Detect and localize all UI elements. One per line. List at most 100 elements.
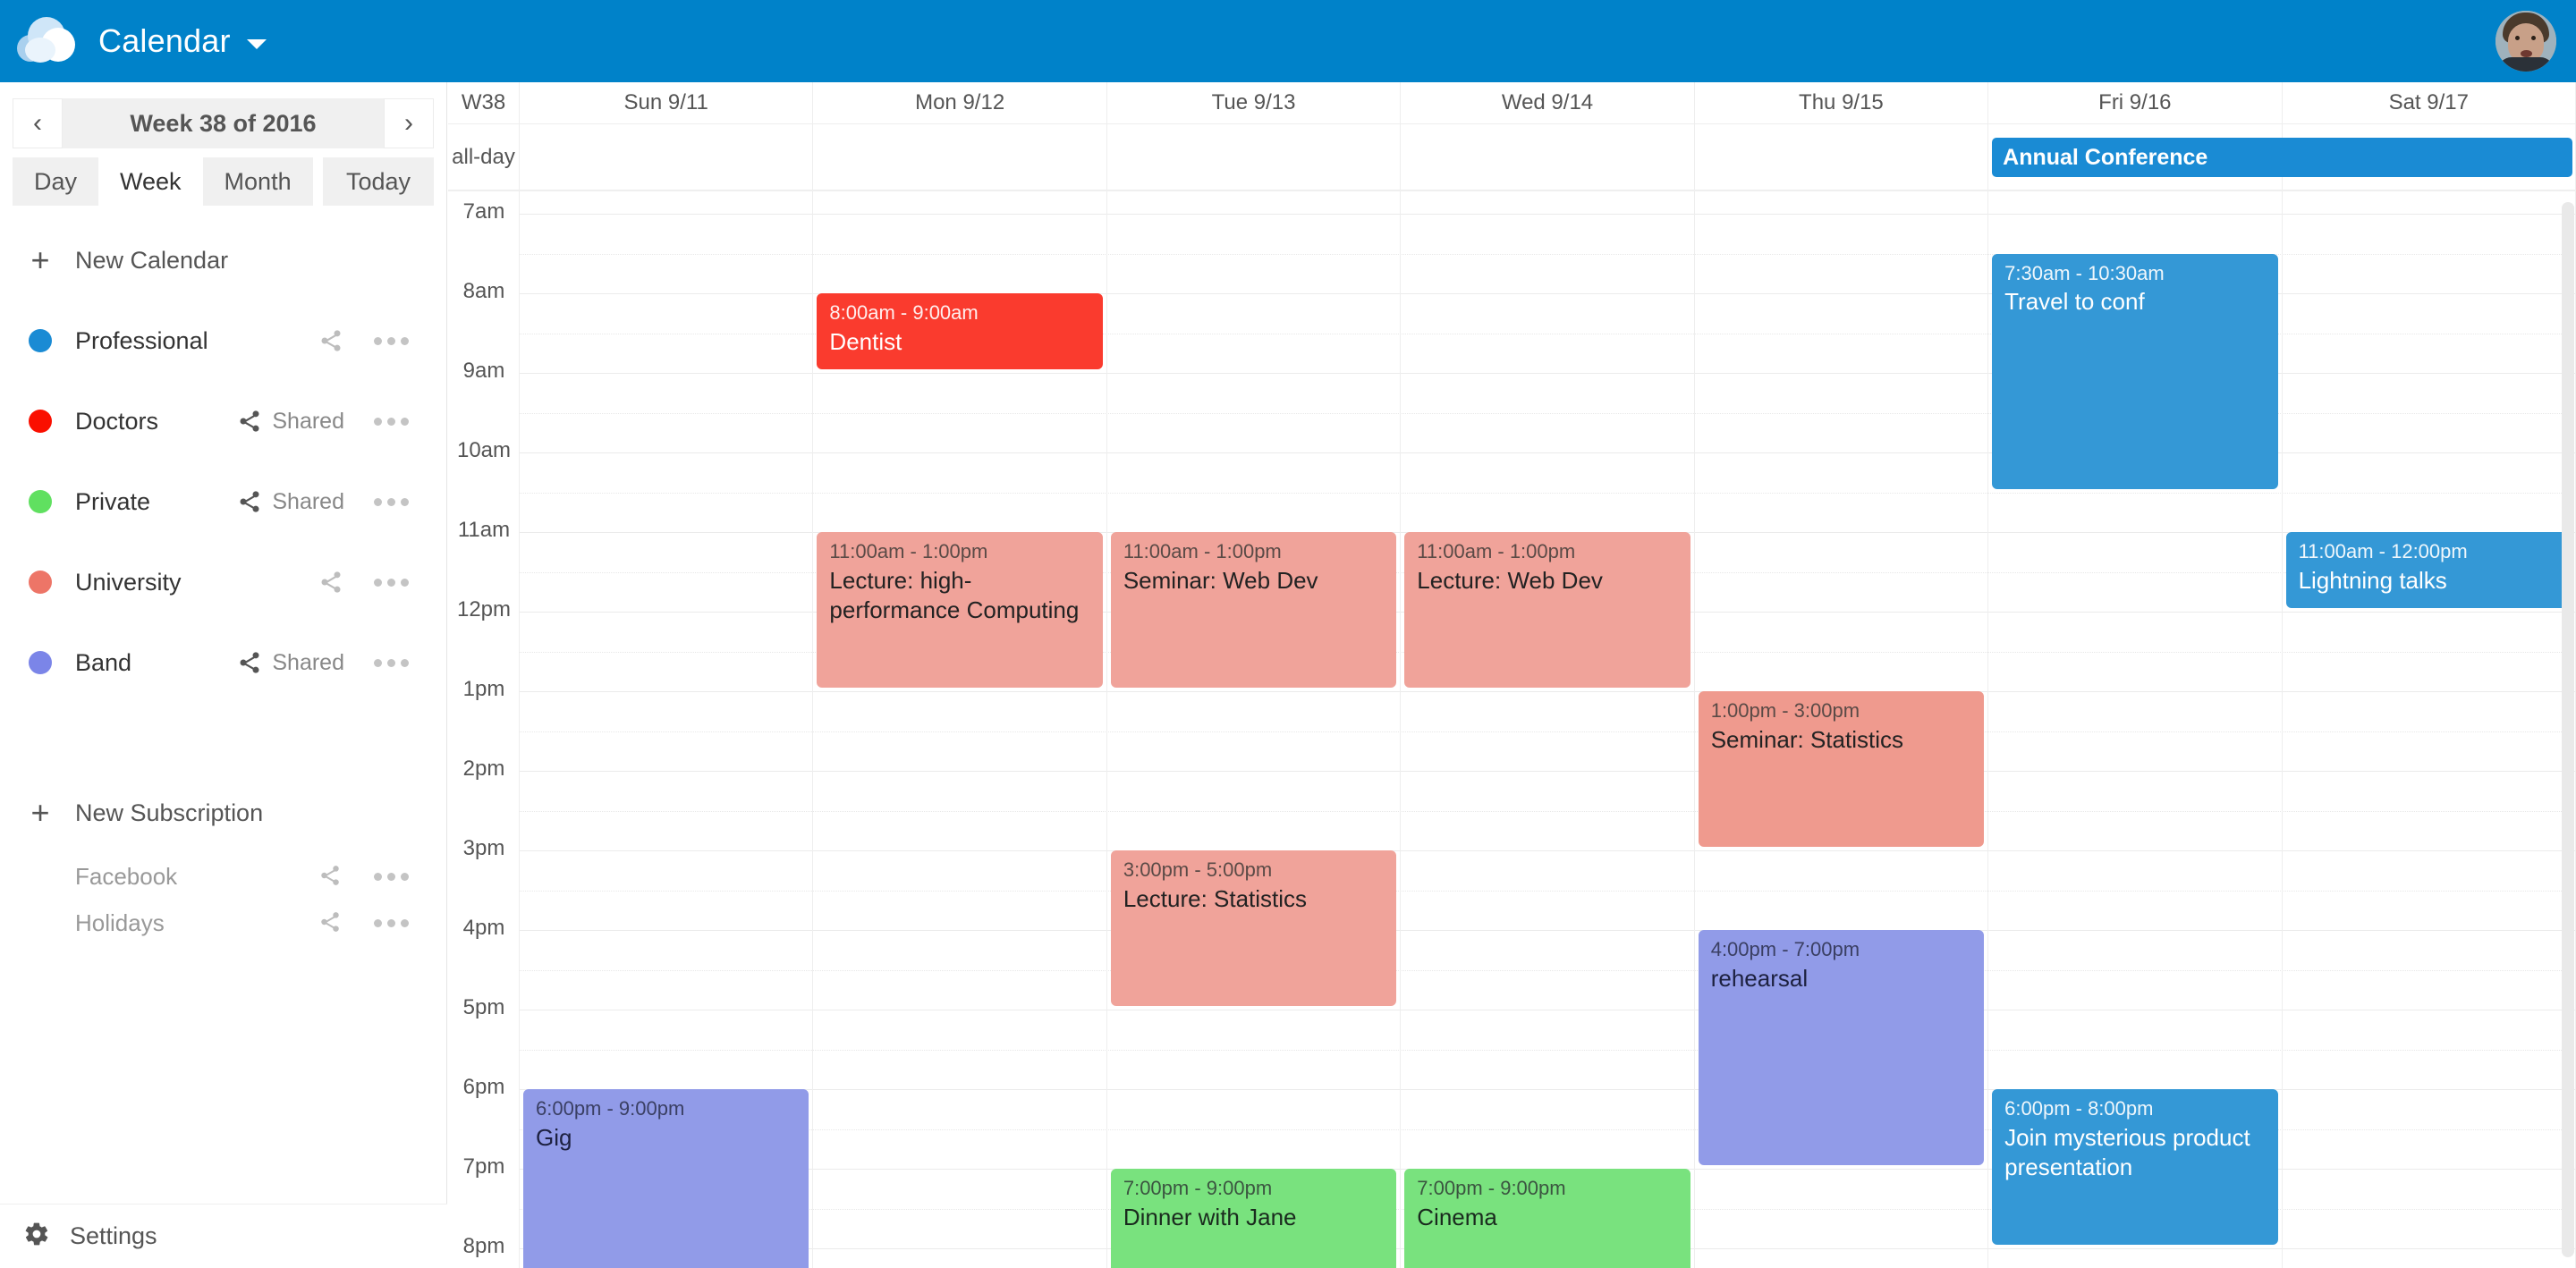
event-title: rehearsal <box>1710 964 1809 992</box>
hour-label-13: 8pm <box>462 1234 505 1258</box>
all-day-event-title: Annual Conference <box>2003 144 2208 170</box>
share-icon[interactable] <box>318 910 344 935</box>
all-day-cell-0[interactable] <box>520 124 814 191</box>
all-day-cell-1[interactable] <box>813 124 1107 191</box>
hour-label-5: 12pm <box>456 597 512 621</box>
event-time: 11:00am - 1:00pm <box>1417 540 1576 562</box>
all-day-label: all-day <box>448 124 520 191</box>
calendar-event[interactable]: 3:00pm - 5:00pm Lecture: Statistics <box>1110 850 1397 1006</box>
settings-button[interactable]: Settings <box>0 1204 447 1268</box>
share-icon[interactable] <box>236 409 263 434</box>
sidebar: ‹ Week 38 of 2016 › Day Week Month Today… <box>0 82 447 1268</box>
hour-label-9: 4pm <box>462 916 505 940</box>
settings-label: Settings <box>70 1222 157 1249</box>
new-calendar-label: New Calendar <box>75 246 229 274</box>
share-icon[interactable] <box>236 650 263 675</box>
sidebar-item-holidays[interactable]: Holidays <box>0 900 446 946</box>
more-options-icon[interactable] <box>371 872 411 881</box>
hour-label-4: 11am <box>457 518 511 542</box>
event-time: 7:30am - 10:30am <box>2004 261 2165 284</box>
hour-label-8: 3pm <box>462 836 505 860</box>
more-options-icon[interactable] <box>371 497 411 506</box>
more-options-icon[interactable] <box>371 336 411 345</box>
calendar-color-dot <box>29 329 52 352</box>
plus-icon: + <box>30 794 50 831</box>
share-icon[interactable] <box>236 489 263 514</box>
day-header-3: Wed 9/14 <box>1401 82 1695 124</box>
all-day-event[interactable]: Annual Conference <box>1992 138 2572 177</box>
day-header-0: Sun 9/11 <box>520 82 814 124</box>
sidebar-item-facebook[interactable]: Facebook <box>0 853 446 900</box>
more-options-icon[interactable] <box>371 918 411 927</box>
hour-label-6: 1pm <box>462 677 505 701</box>
calendar-event[interactable]: 11:00am - 1:00pm Lecture: Web Dev <box>1404 532 1690 688</box>
calendar-color-dot <box>29 410 52 433</box>
view-month-button[interactable]: Month <box>202 157 313 206</box>
calendar-event[interactable]: 11:00am - 1:00pm Seminar: Web Dev <box>1110 532 1397 688</box>
sidebar-item-doctors[interactable]: Doctors Shared <box>0 381 446 461</box>
hour-label-7: 2pm <box>462 757 505 781</box>
day-column-2[interactable] <box>1107 191 1402 1268</box>
share-icon[interactable] <box>318 864 344 889</box>
calendar-event[interactable]: 4:00pm - 7:00pm rehearsal <box>1698 930 1985 1165</box>
day-column-3[interactable] <box>1401 191 1695 1268</box>
today-button[interactable]: Today <box>322 157 434 206</box>
shared-label: Shared <box>272 408 344 434</box>
calendar-event[interactable]: 7:00pm - 9:00pm Dinner with Jane <box>1110 1169 1397 1268</box>
week-number: W38 <box>448 82 520 124</box>
app-title-menu[interactable]: Calendar <box>98 22 267 60</box>
view-day-button[interactable]: Day <box>13 157 99 206</box>
calendar-color-dot <box>29 651 52 674</box>
calendar-event[interactable]: 1:00pm - 3:00pm Seminar: Statistics <box>1698 691 1985 847</box>
calendar-event[interactable]: 6:00pm - 9:00pm Gig <box>523 1089 809 1268</box>
day-header-1: Mon 9/12 <box>813 82 1107 124</box>
view-week-button[interactable]: Week <box>98 157 203 206</box>
avatar[interactable] <box>2496 11 2556 72</box>
calendar-grid-scroll[interactable]: 7am 8am 9am 10am 11am 12pm 1pm 2pm 3pm 4pm 5pm 6pm 7… <box>448 191 2576 1268</box>
cloud-icon[interactable] <box>0 0 93 82</box>
top-bar: Calendar <box>0 0 2576 82</box>
calendar-grid: 7am 8am 9am 10am 11am 12pm 1pm 2pm 3pm 4pm 5pm 6pm 7… <box>448 191 2576 1268</box>
calendar-event[interactable]: 11:00am - 12:00pm Lightning talks <box>2285 532 2572 608</box>
calendar-name: Professional <box>75 326 208 354</box>
share-icon[interactable] <box>318 328 344 353</box>
all-day-cell-4[interactable] <box>1694 124 1989 191</box>
sidebar-item-private[interactable]: Private Shared <box>0 461 446 542</box>
sidebar-item-university[interactable]: University <box>0 542 446 622</box>
sidebar-item-professional[interactable]: Professional <box>0 300 446 381</box>
calendar-event[interactable]: 6:00pm - 8:00pm Join mysterious product p… <box>1992 1089 2278 1245</box>
vertical-scrollbar[interactable] <box>2562 202 2574 1257</box>
calendar-event[interactable]: 7:30am - 10:30am Travel to conf <box>1992 253 2278 489</box>
prev-week-button[interactable]: ‹ <box>13 98 63 148</box>
calendar-name: Private <box>75 487 151 515</box>
event-title: Gig <box>536 1123 572 1151</box>
hour-label-10: 5pm <box>462 995 505 1019</box>
gear-icon <box>23 1221 50 1252</box>
event-time: 6:00pm - 8:00pm <box>2004 1097 2154 1120</box>
more-options-icon[interactable] <box>371 658 411 667</box>
calendar-color-dot <box>29 490 52 513</box>
calendar-event[interactable]: 7:00pm - 9:00pm Cinema <box>1404 1169 1690 1268</box>
share-icon[interactable] <box>318 570 344 595</box>
new-subscription-button[interactable]: + New Subscription <box>0 773 446 853</box>
more-options-icon[interactable] <box>371 578 411 587</box>
all-day-cell-2[interactable] <box>1106 124 1402 191</box>
calendar-event[interactable]: 11:00am - 1:00pm Lecture: high-performanc… <box>817 532 1103 688</box>
event-title: Seminar: Web Dev <box>1123 566 1318 594</box>
calendar-event[interactable]: 8:00am - 9:00am Dentist <box>817 293 1103 369</box>
more-options-icon[interactable] <box>371 417 411 426</box>
calendar-name: Band <box>75 648 132 676</box>
view-switcher: Day Week Month Today <box>0 148 446 206</box>
shared-label: Shared <box>272 488 344 514</box>
event-time: 7:00pm - 9:00pm <box>1417 1177 1566 1199</box>
next-week-button[interactable]: › <box>384 98 434 148</box>
event-time: 11:00am - 12:00pm <box>2298 540 2468 562</box>
new-calendar-button[interactable]: + New Calendar <box>0 220 446 300</box>
hour-label-2: 9am <box>462 359 505 383</box>
sidebar-item-band[interactable]: Band Shared <box>0 622 446 703</box>
day-header-5: Fri 9/16 <box>1988 82 2283 124</box>
day-column-6[interactable] <box>2283 191 2576 1268</box>
event-title: Dentist <box>829 327 902 355</box>
all-day-cell-3[interactable] <box>1401 124 1695 191</box>
calendar-name: Doctors <box>75 407 159 435</box>
